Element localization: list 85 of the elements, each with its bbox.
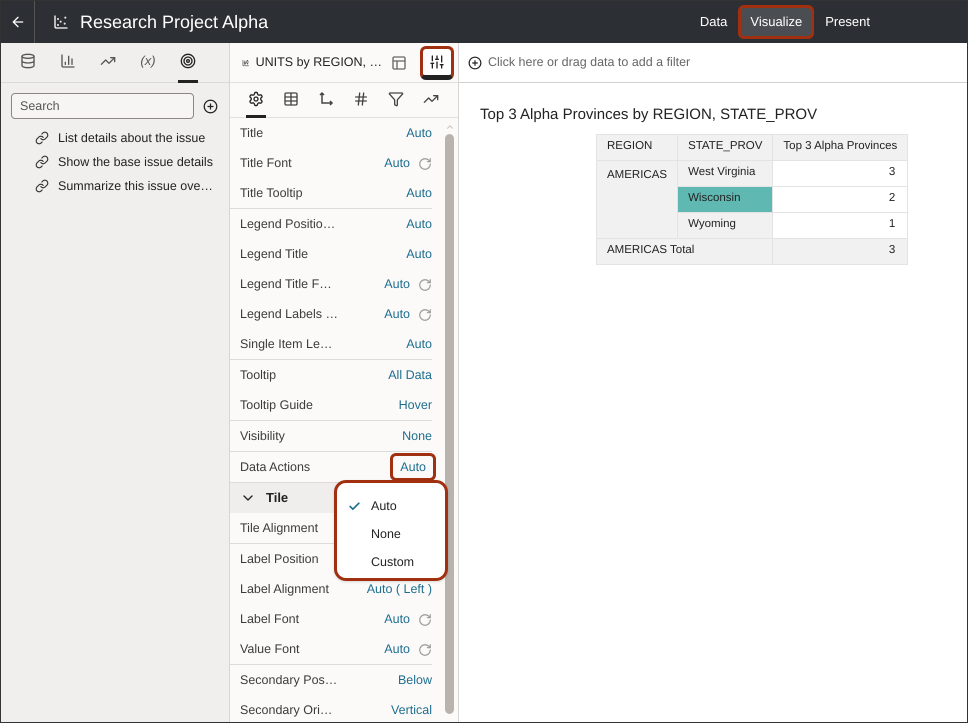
property-label: Secondary Ori…	[240, 702, 332, 719]
properties-button[interactable]	[420, 46, 454, 80]
project-title: Research Project Alpha	[80, 10, 268, 34]
property-label: Legend Positio…	[240, 216, 336, 233]
filter-bar-hint[interactable]: Click here or drag data to add a filter	[488, 53, 690, 72]
reset-icon[interactable]	[418, 308, 432, 322]
property-label: Single Item Le…	[240, 336, 332, 353]
property-value[interactable]: Auto	[406, 214, 432, 234]
search-field[interactable]: Search	[11, 93, 194, 119]
project-icon	[53, 14, 69, 30]
reset-icon[interactable]	[418, 613, 432, 627]
database-icon	[20, 53, 36, 69]
sliders-icon	[429, 54, 445, 70]
property-label: Title Font	[240, 154, 292, 172]
table-cell: 2	[772, 186, 908, 212]
table-cell[interactable]: Wyoming	[678, 212, 773, 238]
property-value[interactable]: Auto	[384, 154, 410, 172]
column-header: REGION	[596, 134, 678, 160]
property-label: Label Position	[240, 550, 319, 568]
table-cell: AMERICAS Total	[596, 238, 773, 264]
property-value[interactable]: Vertical	[391, 700, 432, 720]
link-icon	[35, 179, 49, 193]
property-value[interactable]: Auto	[406, 334, 432, 354]
property-label: Tile Alignment	[240, 520, 318, 537]
nav-tab[interactable]: Visualize	[738, 5, 814, 39]
target-icon	[180, 53, 196, 69]
property-value[interactable]: Auto	[406, 124, 432, 142]
check-icon	[348, 500, 361, 512]
add-filter-icon[interactable]	[468, 56, 482, 70]
table-cell: 1	[772, 212, 908, 238]
bar-chart-icon	[60, 53, 76, 69]
nav-tab[interactable]: Data	[690, 5, 736, 39]
add-icon[interactable]	[203, 98, 218, 114]
filter-icon	[388, 90, 404, 106]
table-cell: 3	[772, 160, 908, 186]
table-icon	[283, 90, 299, 106]
property-label: Legend Labels …	[240, 306, 338, 323]
property-label: Visibility	[240, 428, 285, 445]
reset-icon[interactable]	[418, 643, 432, 657]
nav-tab[interactable]: Present	[816, 5, 879, 39]
property-label: Title Tooltip	[240, 184, 303, 202]
axis-icon	[318, 90, 334, 106]
table-cell[interactable]: Wisconsin	[678, 186, 773, 212]
table-cell: 3	[772, 238, 908, 264]
variable-tab[interactable]: (x)	[138, 42, 158, 82]
property-value[interactable]: Below	[398, 670, 432, 690]
back-icon	[10, 14, 26, 30]
property-label: Secondary Pos…	[240, 672, 338, 689]
property-value[interactable]: None	[402, 426, 432, 446]
layout-icon	[391, 54, 407, 70]
property-value[interactable]: Auto ( Left )	[366, 580, 432, 598]
menu-option[interactable]: None	[337, 520, 445, 548]
reset-icon[interactable]	[418, 157, 432, 171]
property-value[interactable]: Auto	[384, 610, 410, 628]
property-value[interactable]: All Data	[388, 366, 432, 384]
data-action-item[interactable]: Summarize this issue ove…	[58, 176, 213, 196]
property-value[interactable]: Auto	[384, 304, 410, 324]
property-value[interactable]: Hover	[398, 396, 432, 414]
property-label: Data Actions	[240, 458, 310, 476]
data-action-item[interactable]: Show the base issue details	[58, 152, 213, 172]
link-icon	[35, 155, 49, 169]
property-label: Legend Title	[240, 246, 308, 263]
property-label: Value Font	[240, 640, 300, 658]
property-label: Tooltip Guide	[240, 396, 313, 414]
data-action-item[interactable]: List details about the issue	[58, 128, 206, 148]
menu-option[interactable]: Custom	[337, 548, 445, 576]
property-label: Tooltip	[240, 366, 276, 384]
property-label: Legend Title F…	[240, 276, 332, 293]
column-header: STATE_PROV	[678, 134, 773, 160]
property-label: Title	[240, 124, 264, 142]
table-cell: AMERICAS	[596, 160, 678, 238]
property-value[interactable]: Auto	[384, 274, 410, 294]
property-label: Label Font	[240, 610, 300, 628]
settings-icon	[248, 90, 264, 106]
property-value[interactable]: Auto	[406, 244, 432, 264]
table-cell[interactable]: West Virginia	[678, 160, 773, 186]
hash-icon	[353, 90, 369, 106]
column-header: Top 3 Alpha Provinces	[772, 134, 908, 160]
reset-icon[interactable]	[418, 278, 432, 292]
visualization-title: UNITS by REGION, …	[256, 54, 382, 72]
property-value[interactable]: Auto	[406, 184, 432, 202]
visualization-title: Top 3 Alpha Provinces by REGION, STATE_PROV	[480, 105, 818, 125]
link-icon	[35, 131, 49, 145]
property-value[interactable]: Auto	[384, 640, 410, 658]
property-label: Label Alignment	[240, 580, 329, 598]
